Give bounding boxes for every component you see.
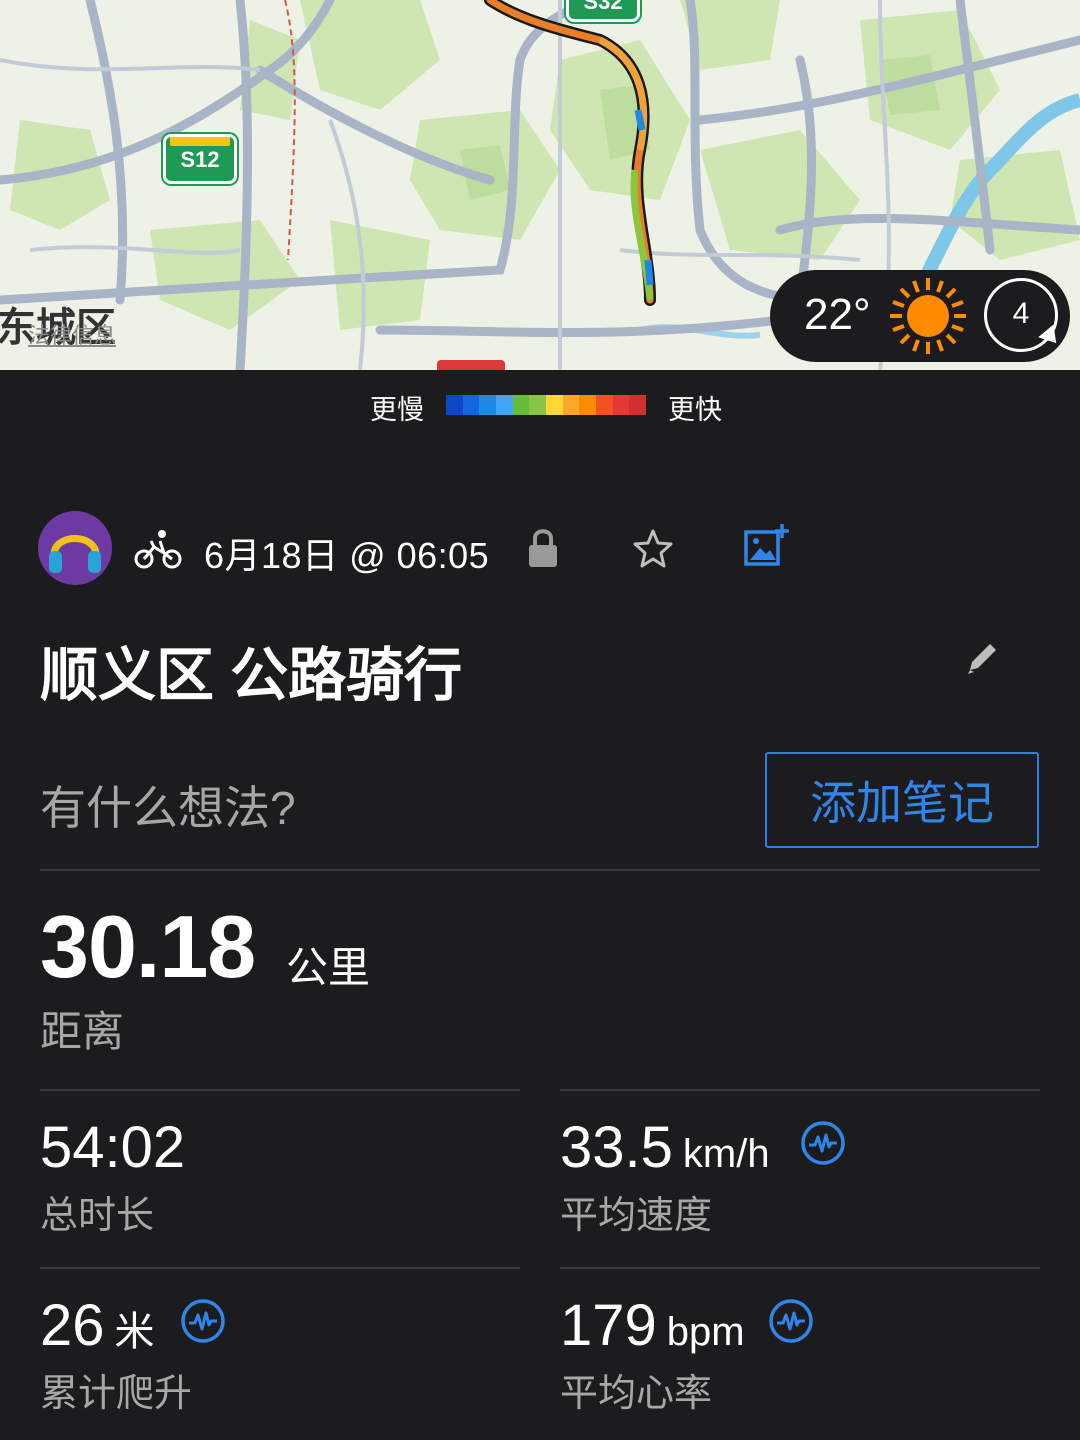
route-map[interactable]: S12 S32 东城区 法律信息 22° 4 [0,0,1080,370]
heart-rate-icon[interactable] [800,1120,846,1166]
divider [560,1089,1040,1091]
gradient-swatch [512,395,530,415]
avg-hr-number: 179 [560,1293,657,1358]
gradient-swatch [496,395,513,415]
elevation-number: 26 [40,1293,105,1358]
heart-rate-icon[interactable] [768,1298,814,1344]
activity-title: 顺义区 公路骑行 [40,643,463,708]
notes-prompt[interactable]: 有什么想法? [40,772,296,838]
avg-hr-value: 179 bpm [560,1292,745,1359]
duration-value: 54:02 [40,1114,185,1181]
gradient-swatch [579,395,597,415]
divider [40,1267,520,1269]
gradient-swatch [529,395,547,415]
divider [560,1267,1040,1269]
divider [40,869,1040,871]
lock-icon[interactable] [527,527,559,569]
star-icon[interactable] [632,528,674,568]
headphones-icon [49,535,101,573]
edit-pencil-icon[interactable] [962,638,1002,678]
wind-compass-icon: 4 [984,278,1064,352]
legend-fast-label: 更快 [668,395,722,425]
avatar[interactable] [38,511,112,585]
avg-speed-unit: km/h [682,1132,770,1176]
gradient-swatch [446,395,463,415]
divider [40,1089,520,1091]
duration-number: 54:02 [40,1115,186,1180]
avg-speed-value: 33.5 km/h [560,1114,770,1181]
gradient-swatch [612,395,630,415]
highway-shield-s32: S32 [566,0,640,22]
avg-hr-unit: bpm [666,1310,745,1354]
distance-value: 30.18 [40,897,256,996]
heart-rate-icon[interactable] [180,1298,226,1344]
gradient-swatch [462,395,480,415]
elevation-label: 累计爬升 [40,1373,193,1415]
wind-speed: 4 [1012,297,1030,330]
activity-date: 6月18日 @ 06:05 [204,535,490,576]
elevation-unit: 米 [114,1310,155,1354]
avg-hr-label: 平均心率 [560,1373,713,1415]
legend-slow-label: 更慢 [370,395,424,425]
gradient-swatch [479,395,497,415]
gradient-swatch [596,395,613,415]
distance-label: 距离 [40,1008,125,1055]
sun-icon [890,278,966,354]
speed-legend: 更慢 更快 [0,388,1080,425]
distance-unit: 公里 [286,944,371,991]
gradient-swatch [546,395,563,415]
gradient-swatch [629,395,647,415]
weather-temperature: 22° [804,290,871,339]
avg-speed-label: 平均速度 [560,1195,713,1237]
map-legal-link[interactable]: 法律信息 [28,318,116,350]
speed-gradient-bar [446,395,647,415]
add-photo-icon[interactable] [742,522,790,570]
elevation-value: 26 米 [40,1292,155,1359]
weather-widget[interactable]: 22° 4 [770,270,1070,362]
bicycle-icon [134,530,182,569]
highway-shield-s12: S12 [163,134,237,184]
duration-label: 总时长 [40,1195,155,1237]
avg-speed-number: 33.5 [560,1115,673,1180]
add-note-button[interactable]: 添加笔记 [765,752,1039,848]
gradient-swatch [562,395,580,415]
